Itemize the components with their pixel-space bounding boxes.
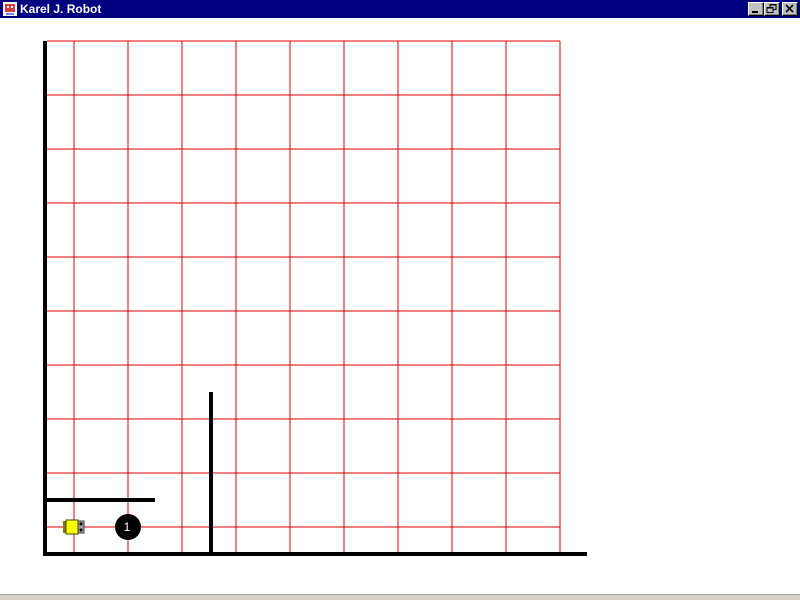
beeper-count: 1 <box>124 520 131 534</box>
close-icon <box>785 4 794 13</box>
minimize-button[interactable] <box>748 2 764 16</box>
minimize-icon <box>752 11 758 13</box>
restore-icon <box>766 4 777 13</box>
world-canvas: 1 <box>43 40 587 556</box>
status-strip <box>0 594 800 600</box>
title-bar: Karel J. Robot <box>0 0 800 18</box>
karel-app-icon[interactable] <box>2 1 18 17</box>
robot-icon <box>63 519 85 535</box>
restore-button[interactable] <box>764 2 780 16</box>
robot-world: 1 <box>0 18 800 594</box>
window-title: Karel J. Robot <box>20 2 102 16</box>
close-button[interactable] <box>782 2 798 16</box>
